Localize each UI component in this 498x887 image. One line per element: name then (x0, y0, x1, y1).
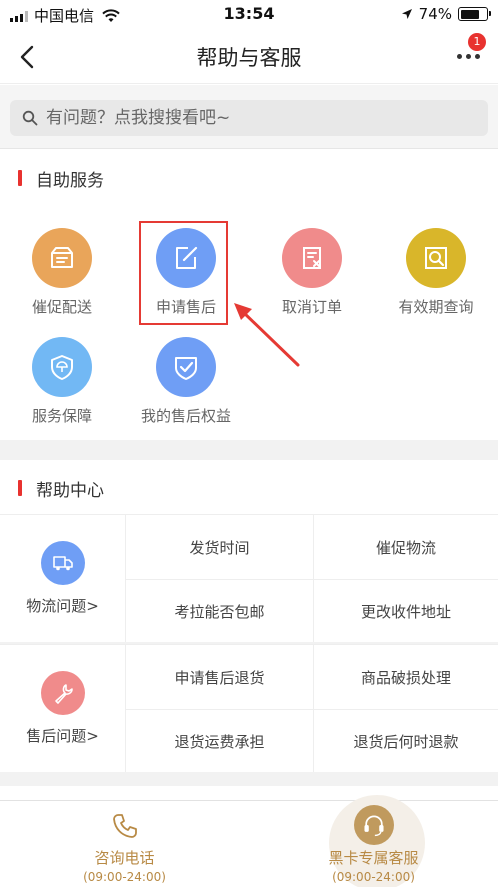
help-group-logistics: 物流问题> 发货时间 催促物流 考拉能否包邮 更改收件地址 (0, 514, 498, 643)
search-bar[interactable] (10, 100, 488, 136)
section-divider (0, 772, 498, 786)
help-group-label: 物流问题> (26, 597, 99, 615)
service-label: 服务保障 (31, 407, 92, 425)
wrench-icon (40, 671, 85, 715)
section-marker (18, 170, 22, 186)
next-section-edge (0, 786, 498, 800)
page-title: 帮助与客服 (196, 46, 302, 70)
truck-icon (40, 541, 85, 585)
cancel-order-icon (282, 228, 342, 288)
service-item-urge-delivery[interactable]: 催促配送 (0, 228, 124, 317)
help-link[interactable]: 考拉能否包邮 (126, 579, 314, 643)
location-arrow-icon (401, 9, 412, 19)
search-input[interactable] (46, 108, 446, 128)
help-group-link-logistics[interactable]: 物流问题> (0, 515, 126, 643)
help-group-link-aftersale[interactable]: 售后问题> (0, 645, 126, 773)
status-bar: 中国电信 13:54 74% (0, 0, 498, 30)
status-right: 74% (401, 5, 491, 23)
service-label: 有效期查询 (398, 298, 474, 316)
phone-label: 咨询电话 (94, 849, 155, 867)
battery-icon (458, 7, 491, 21)
help-center-header: 帮助中心 (0, 460, 498, 514)
more-icon[interactable] (457, 54, 480, 59)
battery-fill (460, 9, 479, 19)
section-marker (18, 480, 22, 496)
section-title: 自助服务 (36, 171, 104, 191)
headset-icon (353, 805, 394, 845)
phone-hours: (09:00-24:00) (83, 870, 166, 884)
section-title: 帮助中心 (36, 481, 104, 501)
help-link[interactable]: 催促物流 (314, 515, 498, 579)
phone-consult-button[interactable]: 咨询电话 (09:00-24:00) (0, 801, 249, 887)
help-link[interactable]: 商品破损处理 (314, 645, 498, 709)
help-link[interactable]: 退货运费承担 (126, 709, 314, 773)
search-area (0, 85, 498, 149)
vip-label: 黑卡专属客服 (328, 849, 419, 867)
service-label: 催促配送 (31, 298, 92, 316)
section-divider (0, 440, 498, 460)
vip-hours: (09:00-24:00) (332, 870, 415, 884)
nav-bar: 帮助与客服 1 (0, 30, 498, 84)
self-service-header: 自助服务 (0, 150, 498, 204)
battery-percent: 74% (418, 5, 452, 23)
bottom-bar: 咨询电话 (09:00-24:00) 黑卡专属客服 (09:00-24:00) (0, 795, 498, 887)
notification-badge: 1 (468, 33, 486, 51)
service-label: 我的售后权益 (140, 407, 231, 425)
phone-icon (108, 809, 142, 843)
box-icon (32, 228, 92, 288)
help-group-label: 售后问题> (26, 727, 99, 745)
vip-service-button[interactable]: 黑卡专属客服 (09:00-24:00) (249, 801, 498, 887)
annotation-arrow-icon (234, 303, 300, 367)
shield-umbrella-icon (32, 337, 92, 397)
help-link[interactable]: 退货后何时退款 (314, 709, 498, 773)
help-link[interactable]: 更改收件地址 (314, 579, 498, 643)
highlight-box (139, 221, 228, 325)
help-link[interactable]: 发货时间 (126, 515, 314, 579)
shield-check-icon (156, 337, 216, 397)
service-item-expiry-query[interactable]: 有效期查询 (374, 228, 498, 317)
service-item-guarantee[interactable]: 服务保障 (0, 337, 124, 426)
help-group-aftersale: 售后问题> 申请售后退货 商品破损处理 退货运费承担 退货后何时退款 (0, 644, 498, 773)
search-square-icon (406, 228, 466, 288)
search-icon (22, 110, 38, 126)
help-link[interactable]: 申请售后退货 (126, 645, 314, 709)
